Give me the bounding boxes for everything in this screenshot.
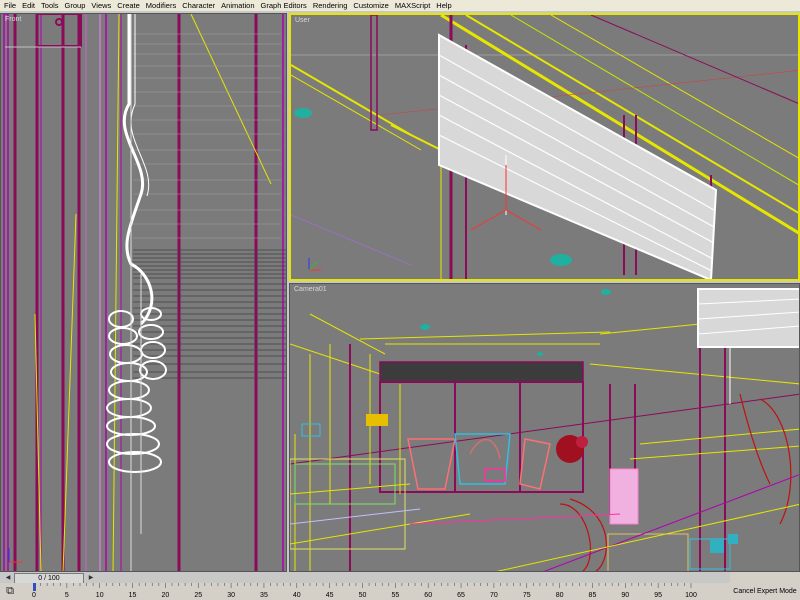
- camera-viewport[interactable]: Camera01: [289, 283, 800, 572]
- status-panel: Cancel Expert Mode: [730, 572, 800, 600]
- tick-label: 50: [359, 592, 367, 599]
- tick-label: 35: [260, 592, 268, 599]
- tick-label: 15: [129, 592, 137, 599]
- current-frame-marker: [33, 583, 36, 591]
- tick-label: 75: [523, 592, 531, 599]
- tick-label: 40: [293, 592, 301, 599]
- camera-viewport-label[interactable]: Camera01: [294, 286, 327, 293]
- tick-label: 55: [391, 592, 399, 599]
- tick-label: 30: [227, 592, 235, 599]
- tick-label: 100: [685, 592, 697, 599]
- menu-item-group[interactable]: Group: [62, 0, 89, 11]
- tick-label: 65: [457, 592, 465, 599]
- menu-item-modifiers[interactable]: Modifiers: [143, 0, 179, 11]
- user-wireframe: [291, 15, 798, 279]
- tick-label: 10: [96, 592, 104, 599]
- menu-item-animation[interactable]: Animation: [218, 0, 257, 11]
- tick-label: 5: [65, 592, 69, 599]
- menu-item-character[interactable]: Character: [179, 0, 218, 11]
- tick-label: 0: [32, 592, 36, 599]
- tick-label: 25: [194, 592, 202, 599]
- camera-wireframe: [290, 288, 799, 571]
- front-viewport-label[interactable]: Front: [5, 16, 21, 23]
- tick-label: 20: [162, 592, 170, 599]
- tick-label: 60: [424, 592, 432, 599]
- menu-item-tools[interactable]: Tools: [38, 0, 62, 11]
- front-blinds-dense: [133, 249, 286, 379]
- front-blinds: [133, 33, 281, 239]
- front-wireframe: [3, 14, 286, 571]
- user-viewport-label[interactable]: User: [295, 17, 310, 24]
- time-slider-bar: ◀ 0 / 100 ▶: [0, 572, 800, 584]
- menu-item-rendering[interactable]: Rendering: [310, 0, 351, 11]
- tick-label: 90: [621, 592, 629, 599]
- tick-label: 45: [326, 592, 334, 599]
- menu-item-maxscript[interactable]: MAXScript: [392, 0, 433, 11]
- arrow-left-icon[interactable]: ◀: [3, 574, 13, 582]
- tick-label: 85: [589, 592, 597, 599]
- tick-label: 95: [654, 592, 662, 599]
- menu-item-file[interactable]: File: [0, 0, 19, 11]
- menu-item-create[interactable]: Create: [114, 0, 143, 11]
- front-viewport[interactable]: Front: [0, 13, 287, 572]
- menu-item-views[interactable]: Views: [88, 0, 114, 11]
- cancel-expert-mode-button[interactable]: Cancel Expert Mode: [730, 583, 800, 600]
- menu-item-help[interactable]: Help: [433, 0, 454, 11]
- menu-item-graph-editors[interactable]: Graph Editors: [258, 0, 310, 11]
- tick-label: 80: [556, 592, 564, 599]
- tick-label: 70: [490, 592, 498, 599]
- menu-item-edit[interactable]: Edit: [19, 0, 38, 11]
- arrow-right-icon[interactable]: ▶: [86, 574, 96, 582]
- menu-bar: File Edit Tools Group Views Create Modifiers Ch…: [0, 0, 800, 11]
- track-bar-ticks: 0 5 10 15 20 25 30 35 40 45 50 55 60 65 70 75 80 85 90 95 10…: [32, 583, 697, 599]
- user-viewport[interactable]: User: [289, 13, 800, 281]
- track-bar[interactable]: ⧉ 0 5 10 15 20 25 30 35 40 45 50 55 60 65 70 75 80 85 90 95…: [0, 583, 730, 600]
- menu-item-customize[interactable]: Customize: [350, 0, 391, 11]
